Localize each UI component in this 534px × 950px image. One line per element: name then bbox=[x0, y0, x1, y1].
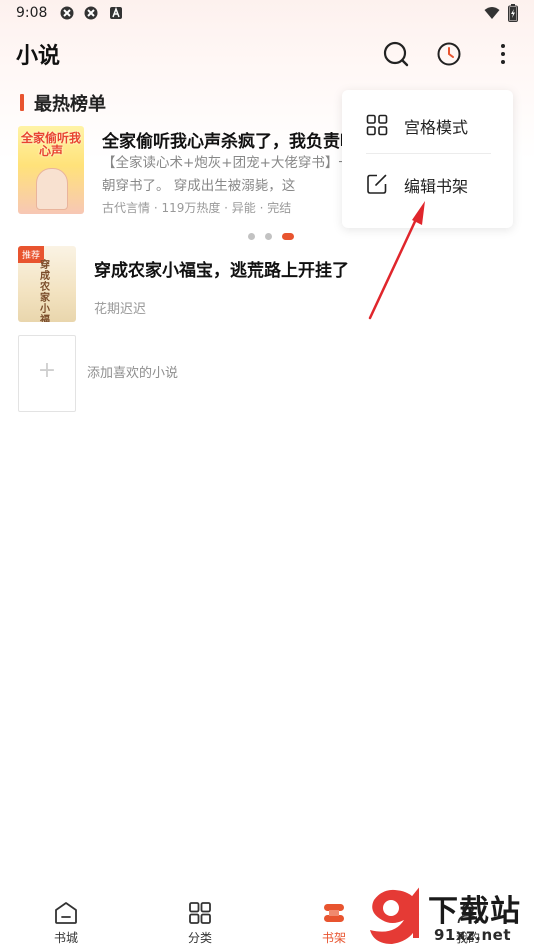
menu-item-label: 宫格模式 bbox=[404, 118, 469, 137]
category-icon bbox=[189, 902, 211, 924]
menu-item-grid-mode[interactable]: 宫格模式 bbox=[342, 97, 513, 155]
section-accent-bar bbox=[20, 94, 24, 111]
book-description: 【全家读心术+炮灰+团宠+大佬穿书】一朝穿书了。 穿成出生被溺毙，这 bbox=[102, 155, 352, 194]
add-book-button[interactable]: + bbox=[18, 335, 76, 412]
page-title: 小说 bbox=[16, 44, 61, 69]
wifi-icon bbox=[484, 7, 500, 19]
book-cover-title: 穿成农家小福宝 bbox=[40, 260, 50, 322]
book-title[interactable]: 全家偷听我心声杀疯了，我负责吃奶 bbox=[102, 127, 374, 152]
status-bar: 9:08 bbox=[0, 0, 534, 28]
tab-category[interactable]: 分类 bbox=[155, 888, 245, 946]
add-book-label: 添加喜欢的小说 bbox=[87, 366, 179, 381]
history-icon[interactable] bbox=[435, 40, 463, 68]
carousel-dot bbox=[265, 233, 272, 240]
menu-item-label: 编辑书架 bbox=[404, 177, 469, 196]
book-cover-title: 全家偷听我心声 bbox=[20, 131, 81, 158]
menu-divider bbox=[366, 153, 491, 154]
app-notification-icon bbox=[60, 6, 74, 20]
bookshelf-icon bbox=[324, 904, 344, 922]
book-cover[interactable]: 全家偷听我心声 bbox=[18, 126, 84, 214]
watermark-title: 下载站 bbox=[428, 894, 521, 929]
carousel-dot bbox=[248, 233, 255, 240]
font-notification-icon bbox=[110, 6, 122, 19]
book-meta: 古代言情 · 119万热度 · 异能 · 完结 bbox=[102, 201, 292, 215]
more-icon[interactable] bbox=[490, 40, 518, 68]
book-cover[interactable]: 推荐 穿成农家小福宝 bbox=[18, 246, 76, 322]
battery-icon bbox=[508, 4, 518, 22]
tab-label: 分类 bbox=[187, 931, 212, 945]
watermark-url: 91xz.net bbox=[434, 926, 512, 944]
book-author: 花期迟迟 bbox=[94, 302, 147, 317]
status-time: 9:08 bbox=[16, 5, 48, 21]
cover-illustration bbox=[36, 168, 68, 210]
grid-icon bbox=[366, 114, 388, 136]
plus-icon: + bbox=[37, 358, 57, 383]
carousel-dot-active bbox=[282, 233, 294, 240]
home-icon bbox=[55, 902, 77, 924]
tab-bookstore[interactable]: 书城 bbox=[21, 888, 111, 946]
tab-label: 书城 bbox=[53, 931, 78, 945]
annotation-arrow bbox=[368, 201, 425, 320]
app-notification-icon bbox=[84, 6, 98, 20]
search-icon[interactable] bbox=[382, 40, 410, 68]
watermark-logo bbox=[370, 887, 420, 944]
carousel-indicator bbox=[248, 226, 304, 245]
watermark: 下载站 91xz.net bbox=[362, 882, 534, 950]
book-title[interactable]: 穿成农家小福宝，逃荒路上开挂了 bbox=[94, 256, 349, 281]
edit-icon bbox=[367, 174, 387, 194]
section-title: 最热榜单 bbox=[34, 94, 106, 115]
